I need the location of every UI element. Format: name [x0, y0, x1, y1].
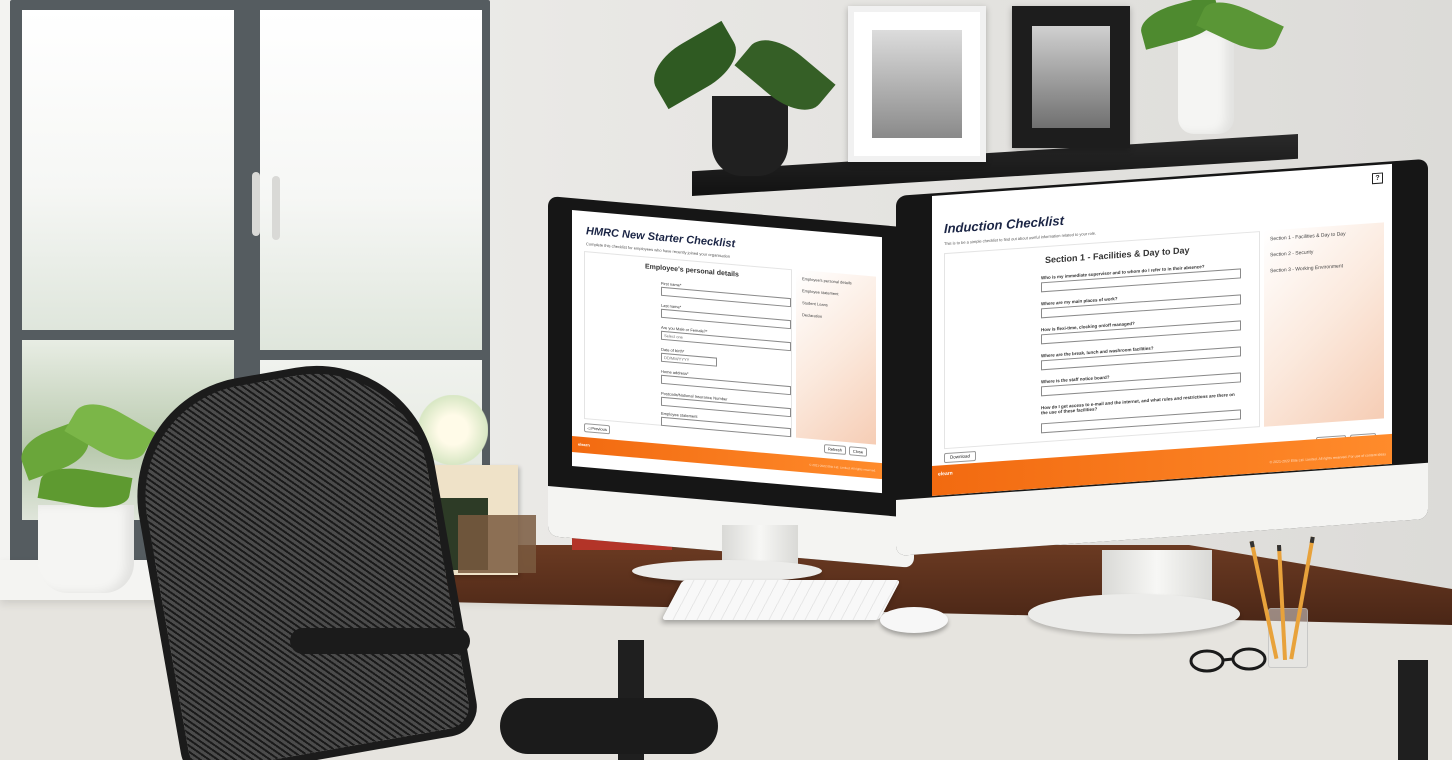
form-panel: Employee's personal details First name* … — [584, 251, 792, 438]
form-panel: Section 1 - Facilities & Day to Day Who … — [944, 231, 1260, 450]
sidebar-item-student-loans[interactable]: Student Loans — [802, 300, 828, 307]
section-sidebar: Section 1 - Facilities & Day to Day Sect… — [1264, 222, 1384, 427]
sidebar-item-employee-statement[interactable]: Employee statement — [802, 288, 838, 296]
sidebar-item-personal-details[interactable]: Employee's personal details — [802, 276, 852, 285]
chair-armrest — [290, 628, 470, 654]
sidebar-item-working-environment[interactable]: Section 3 - Working Environment — [1270, 263, 1343, 274]
mouse — [880, 607, 948, 633]
footer-copyright: © 2021-2022 Elite Ltd. Limited. All righ… — [809, 462, 876, 473]
brand-logo: elearn — [938, 470, 953, 478]
question-answer-input[interactable] — [1041, 320, 1241, 345]
employee-statement-select[interactable] — [661, 416, 791, 438]
window-handle — [272, 176, 280, 240]
window-pane — [22, 10, 234, 330]
keyboard — [661, 580, 901, 620]
section-sidebar: Employee's personal details Employee sta… — [796, 269, 876, 445]
download-button[interactable]: Download — [944, 450, 976, 464]
sidebar-item-security[interactable]: Section 2 - Security — [1270, 249, 1313, 258]
previous-button[interactable]: ◁ Previous — [584, 423, 610, 435]
plant-pot — [38, 505, 134, 593]
picture-frame — [848, 6, 986, 162]
app-title: Induction Checklist — [944, 212, 1064, 237]
footer-copyright: © 2021-2022 Elite Ltd. Limited. All righ… — [1269, 452, 1386, 465]
notebook — [458, 515, 536, 573]
plant-pot — [1178, 30, 1234, 134]
sidebar-item-declaration[interactable]: Declaration — [802, 312, 822, 319]
form-heading: Employee's personal details — [645, 263, 739, 279]
plant-pot — [712, 96, 788, 176]
refresh-button[interactable]: Refresh — [824, 444, 846, 455]
date-of-birth-input[interactable]: DD/MM/YYYY — [661, 352, 717, 367]
monitor-stand-base — [632, 560, 822, 582]
desk-leg — [1398, 660, 1428, 760]
window-pane — [260, 10, 482, 350]
monitor-stand-base — [1028, 594, 1240, 634]
brand-logo: elearn — [578, 441, 590, 448]
question-answer-input[interactable] — [1041, 294, 1241, 319]
picture-frame — [1012, 6, 1130, 148]
eyeglasses — [1189, 647, 1267, 673]
close-button[interactable]: Close — [849, 446, 867, 457]
chair-armrest — [500, 698, 718, 754]
help-icon[interactable]: ? — [1372, 172, 1383, 185]
sidebar-item-facilities[interactable]: Section 1 - Facilities & Day to Day — [1270, 231, 1346, 242]
window-handle — [252, 172, 260, 236]
right-screen: Induction Checklist This is to be a simp… — [932, 163, 1392, 496]
left-screen: HMRC New Starter Checklist Complete this… — [572, 210, 882, 494]
section-heading: Section 1 - Facilities & Day to Day — [1045, 244, 1190, 266]
